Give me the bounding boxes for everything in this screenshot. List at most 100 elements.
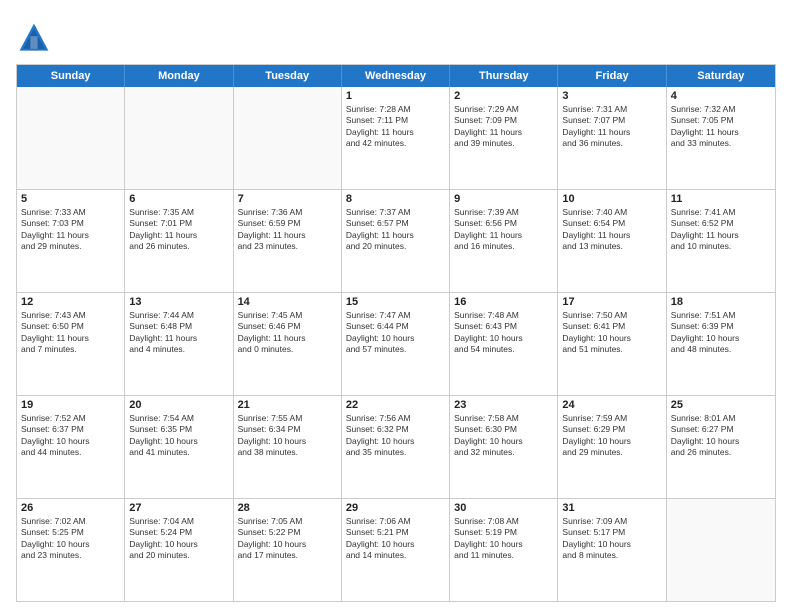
- cell-line: and 57 minutes.: [346, 344, 445, 355]
- cell-line: Daylight: 10 hours: [346, 539, 445, 550]
- day-number: 25: [671, 399, 771, 411]
- calendar-cell: 23Sunrise: 7:58 AMSunset: 6:30 PMDayligh…: [450, 396, 558, 498]
- cell-line: Sunrise: 7:54 AM: [129, 413, 228, 424]
- day-number: 31: [562, 502, 661, 514]
- calendar-cell: 9Sunrise: 7:39 AMSunset: 6:56 PMDaylight…: [450, 190, 558, 292]
- cell-line: Sunrise: 7:28 AM: [346, 104, 445, 115]
- cell-line: Sunrise: 7:48 AM: [454, 310, 553, 321]
- cell-line: Sunrise: 7:58 AM: [454, 413, 553, 424]
- header: [16, 16, 776, 56]
- calendar-cell: 25Sunrise: 8:01 AMSunset: 6:27 PMDayligh…: [667, 396, 775, 498]
- cell-line: Daylight: 10 hours: [21, 436, 120, 447]
- cell-line: Sunset: 6:30 PM: [454, 424, 553, 435]
- day-number: 12: [21, 296, 120, 308]
- calendar-cell: 28Sunrise: 7:05 AMSunset: 5:22 PMDayligh…: [234, 499, 342, 601]
- cell-line: and 39 minutes.: [454, 138, 553, 149]
- cell-line: Sunrise: 7:45 AM: [238, 310, 337, 321]
- calendar-cell: 5Sunrise: 7:33 AMSunset: 7:03 PMDaylight…: [17, 190, 125, 292]
- day-number: 23: [454, 399, 553, 411]
- cell-line: Sunset: 6:39 PM: [671, 321, 771, 332]
- cell-line: and 11 minutes.: [454, 550, 553, 561]
- day-number: 3: [562, 90, 661, 102]
- cell-line: Sunrise: 7:29 AM: [454, 104, 553, 115]
- cell-line: Daylight: 10 hours: [562, 436, 661, 447]
- calendar-cell: [125, 87, 233, 189]
- cell-line: Sunset: 7:07 PM: [562, 115, 661, 126]
- cell-line: Sunset: 5:24 PM: [129, 527, 228, 538]
- cell-line: Sunrise: 7:36 AM: [238, 207, 337, 218]
- calendar-cell: 12Sunrise: 7:43 AMSunset: 6:50 PMDayligh…: [17, 293, 125, 395]
- calendar-cell: 7Sunrise: 7:36 AMSunset: 6:59 PMDaylight…: [234, 190, 342, 292]
- calendar-cell: [17, 87, 125, 189]
- calendar-cell: 30Sunrise: 7:08 AMSunset: 5:19 PMDayligh…: [450, 499, 558, 601]
- cell-line: Sunrise: 7:35 AM: [129, 207, 228, 218]
- cell-line: Sunrise: 7:56 AM: [346, 413, 445, 424]
- cell-line: Sunrise: 7:37 AM: [346, 207, 445, 218]
- cell-line: Sunset: 7:11 PM: [346, 115, 445, 126]
- cell-line: Sunset: 6:35 PM: [129, 424, 228, 435]
- cell-line: Daylight: 10 hours: [129, 539, 228, 550]
- cell-line: Sunrise: 7:41 AM: [671, 207, 771, 218]
- day-number: 13: [129, 296, 228, 308]
- day-number: 9: [454, 193, 553, 205]
- cell-line: Sunrise: 7:52 AM: [21, 413, 120, 424]
- cell-line: and 29 minutes.: [21, 241, 120, 252]
- cell-line: Sunset: 6:43 PM: [454, 321, 553, 332]
- cell-line: and 38 minutes.: [238, 447, 337, 458]
- day-number: 18: [671, 296, 771, 308]
- cell-line: and 23 minutes.: [21, 550, 120, 561]
- day-number: 11: [671, 193, 771, 205]
- weekday-header: Monday: [125, 65, 233, 87]
- calendar-cell: 10Sunrise: 7:40 AMSunset: 6:54 PMDayligh…: [558, 190, 666, 292]
- cell-line: and 26 minutes.: [671, 447, 771, 458]
- weekday-header: Saturday: [667, 65, 775, 87]
- cell-line: Sunrise: 7:43 AM: [21, 310, 120, 321]
- calendar-cell: 21Sunrise: 7:55 AMSunset: 6:34 PMDayligh…: [234, 396, 342, 498]
- cell-line: and 35 minutes.: [346, 447, 445, 458]
- cell-line: Sunset: 6:27 PM: [671, 424, 771, 435]
- day-number: 10: [562, 193, 661, 205]
- cell-line: Sunrise: 7:06 AM: [346, 516, 445, 527]
- calendar-cell: [234, 87, 342, 189]
- calendar-row: 5Sunrise: 7:33 AMSunset: 7:03 PMDaylight…: [17, 189, 775, 292]
- cell-line: Sunrise: 7:02 AM: [21, 516, 120, 527]
- calendar-cell: 18Sunrise: 7:51 AMSunset: 6:39 PMDayligh…: [667, 293, 775, 395]
- cell-line: and 7 minutes.: [21, 344, 120, 355]
- logo: [16, 20, 56, 56]
- cell-line: and 20 minutes.: [346, 241, 445, 252]
- cell-line: Daylight: 10 hours: [562, 333, 661, 344]
- cell-line: and 13 minutes.: [562, 241, 661, 252]
- cell-line: Sunrise: 7:50 AM: [562, 310, 661, 321]
- cell-line: and 23 minutes.: [238, 241, 337, 252]
- cell-line: Daylight: 10 hours: [346, 333, 445, 344]
- cell-line: Sunset: 6:37 PM: [21, 424, 120, 435]
- cell-line: Daylight: 10 hours: [454, 539, 553, 550]
- day-number: 8: [346, 193, 445, 205]
- weekday-header: Friday: [558, 65, 666, 87]
- day-number: 27: [129, 502, 228, 514]
- calendar-cell: 22Sunrise: 7:56 AMSunset: 6:32 PMDayligh…: [342, 396, 450, 498]
- calendar-row: 12Sunrise: 7:43 AMSunset: 6:50 PMDayligh…: [17, 292, 775, 395]
- cell-line: Sunrise: 7:39 AM: [454, 207, 553, 218]
- page: SundayMondayTuesdayWednesdayThursdayFrid…: [0, 0, 792, 612]
- cell-line: Daylight: 11 hours: [129, 333, 228, 344]
- cell-line: Sunset: 5:19 PM: [454, 527, 553, 538]
- cell-line: Sunrise: 7:31 AM: [562, 104, 661, 115]
- cell-line: Daylight: 11 hours: [238, 230, 337, 241]
- calendar-cell: 17Sunrise: 7:50 AMSunset: 6:41 PMDayligh…: [558, 293, 666, 395]
- cell-line: Daylight: 10 hours: [238, 436, 337, 447]
- cell-line: and 16 minutes.: [454, 241, 553, 252]
- cell-line: Daylight: 11 hours: [562, 127, 661, 138]
- cell-line: Sunrise: 7:40 AM: [562, 207, 661, 218]
- cell-line: Daylight: 11 hours: [671, 127, 771, 138]
- calendar-header: SundayMondayTuesdayWednesdayThursdayFrid…: [17, 65, 775, 87]
- calendar-cell: 3 Sunrise: 7:31 AMSunset: 7:07 PMDaylight…: [558, 87, 666, 189]
- cell-line: and 36 minutes.: [562, 138, 661, 149]
- calendar-cell: 6Sunrise: 7:35 AMSunset: 7:01 PMDaylight…: [125, 190, 233, 292]
- cell-line: and 42 minutes.: [346, 138, 445, 149]
- cell-line: Sunset: 6:29 PM: [562, 424, 661, 435]
- cell-line: and 4 minutes.: [129, 344, 228, 355]
- day-number: 1: [346, 90, 445, 102]
- cell-line: Daylight: 10 hours: [454, 333, 553, 344]
- cell-line: and 14 minutes.: [346, 550, 445, 561]
